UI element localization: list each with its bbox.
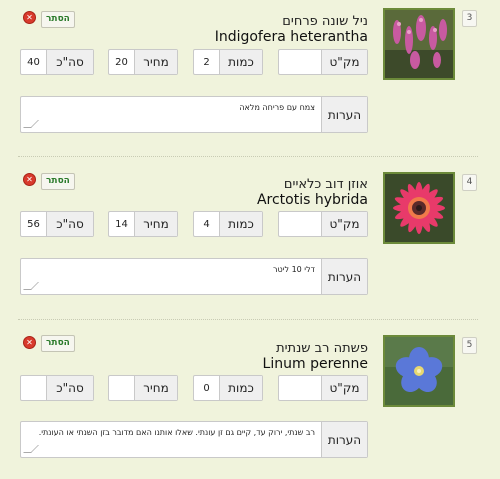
notes-textarea[interactable]: דלי 10 ליטר	[21, 259, 321, 294]
item-index: 5	[462, 337, 477, 354]
sku-value[interactable]	[279, 212, 321, 236]
total-field: סה"כ	[20, 375, 94, 401]
plant-photo[interactable]	[383, 8, 455, 80]
notes-textarea[interactable]: צמח עם פריחה מלאה	[21, 97, 321, 132]
resize-handle-icon[interactable]	[23, 445, 39, 453]
quantity-field[interactable]: כמות 4	[193, 211, 263, 237]
total-label: סה"כ	[46, 212, 93, 236]
resize-handle-icon[interactable]	[23, 282, 39, 290]
quantity-value[interactable]: 0	[194, 376, 219, 400]
quantity-field[interactable]: כמות 0	[193, 375, 263, 401]
hide-button[interactable]: הסתר	[41, 11, 75, 28]
notes-label: הערות	[321, 97, 367, 132]
sku-label: מק"ט	[321, 376, 367, 400]
total-value	[21, 376, 46, 400]
price-field[interactable]: מחיר	[108, 375, 178, 401]
price-label: מחיר	[134, 376, 177, 400]
item-index: 4	[462, 174, 477, 191]
plant-name-hebrew: אוזן דוב כלאיים	[283, 177, 368, 192]
notes-field[interactable]: הערות צמח עם פריחה מלאה	[20, 96, 368, 133]
plant-name-latin: Linum perenne	[262, 356, 368, 372]
plant-name-hebrew: פשתה רב שנתית	[276, 341, 368, 356]
hide-button[interactable]: הסתר	[41, 173, 75, 190]
notes-label: הערות	[321, 422, 367, 457]
divider	[18, 319, 478, 320]
quantity-field[interactable]: כמות 2	[193, 49, 263, 75]
total-value: 56	[27, 218, 40, 230]
total-field: סה"כ 40	[20, 49, 94, 75]
plant-name-hebrew: ניל שונה פרחים	[282, 14, 368, 29]
total-field: סה"כ 56	[20, 211, 94, 237]
price-value[interactable]: 20	[109, 50, 134, 74]
notes-text: דלי 10 ליטר	[272, 265, 315, 274]
total-label: סה"כ	[46, 50, 93, 74]
price-field[interactable]: מחיר 20	[108, 49, 178, 75]
price-label: מחיר	[134, 212, 177, 236]
total-label: סה"כ	[46, 376, 93, 400]
notes-text: רב שנתי, ירוק עד, קיים גם זן עונתי. שאלו…	[38, 428, 315, 437]
quantity-label: כמות	[219, 50, 262, 74]
resize-handle-icon[interactable]	[23, 120, 39, 128]
delete-icon[interactable]: ✕	[23, 11, 36, 24]
price-label: מחיר	[134, 50, 177, 74]
plant-name-latin: Arctotis hybrida	[256, 192, 368, 208]
sku-label: מק"ט	[321, 50, 367, 74]
notes-text: צמח עם פריחה מלאה	[239, 103, 315, 112]
plant-photo[interactable]	[383, 172, 455, 244]
notes-field[interactable]: הערות רב שנתי, ירוק עד, קיים גם זן עונתי…	[20, 421, 368, 458]
delete-icon[interactable]: ✕	[23, 173, 36, 186]
divider	[18, 156, 478, 157]
quantity-label: כמות	[219, 376, 262, 400]
price-value[interactable]	[109, 376, 134, 400]
hide-button[interactable]: הסתר	[41, 335, 75, 352]
price-value[interactable]: 14	[109, 212, 134, 236]
sku-label: מק"ט	[321, 212, 367, 236]
plant-name-latin: Indigofera heterantha	[214, 29, 368, 45]
sku-field[interactable]: מק"ט	[278, 211, 368, 237]
notes-textarea[interactable]: רב שנתי, ירוק עד, קיים גם זן עונתי. שאלו…	[21, 422, 321, 457]
notes-label: הערות	[321, 259, 367, 294]
price-field[interactable]: מחיר 14	[108, 211, 178, 237]
total-value: 40	[27, 56, 40, 68]
sku-field[interactable]: מק"ט	[278, 49, 368, 75]
item-index: 3	[462, 10, 477, 27]
plant-photo[interactable]	[383, 335, 455, 407]
delete-icon[interactable]: ✕	[23, 336, 36, 349]
sku-field[interactable]: מק"ט	[278, 375, 368, 401]
sku-value[interactable]	[279, 376, 321, 400]
quantity-value[interactable]: 2	[194, 50, 219, 74]
notes-field[interactable]: הערות דלי 10 ליטר	[20, 258, 368, 295]
quantity-label: כמות	[219, 212, 262, 236]
sku-value[interactable]	[279, 50, 321, 74]
quantity-value[interactable]: 4	[194, 212, 219, 236]
